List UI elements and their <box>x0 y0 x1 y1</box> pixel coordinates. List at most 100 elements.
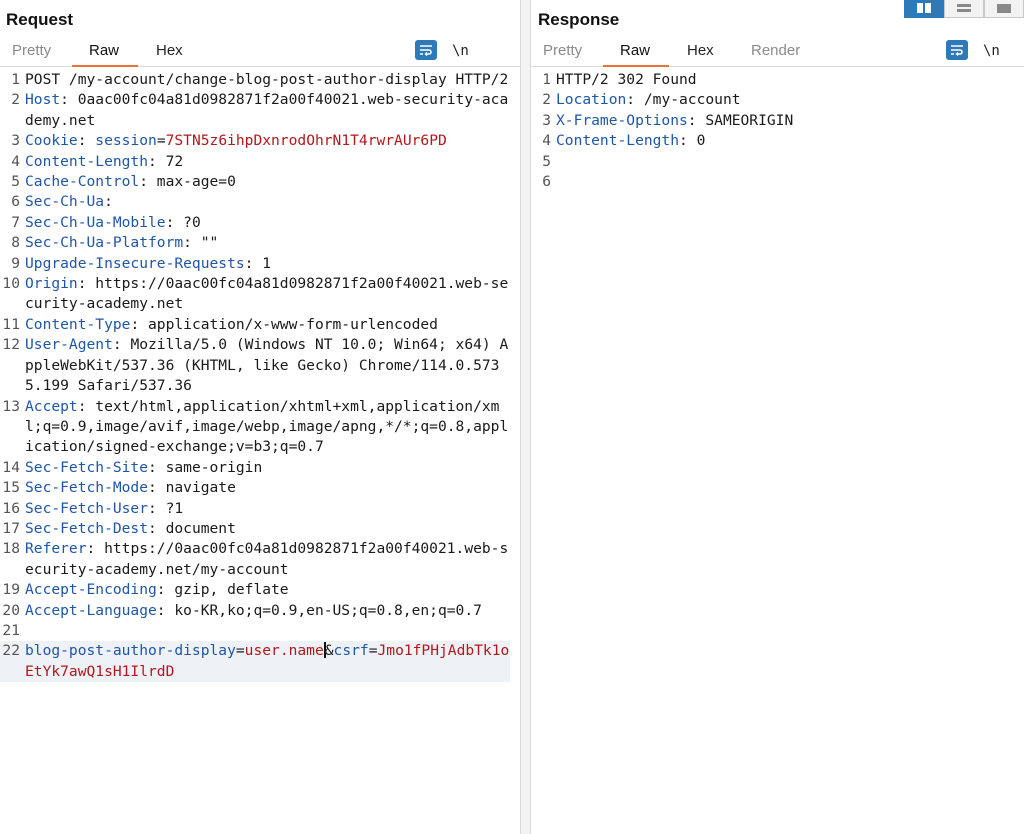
line-number: 19 <box>2 581 20 599</box>
line-number: 10 <box>2 275 20 293</box>
single-pane-layout-icon[interactable] <box>984 0 1024 18</box>
response-tab-hex[interactable]: Hex <box>687 42 714 59</box>
token-text: : <box>104 193 113 211</box>
line-number: 22 <box>2 642 20 660</box>
pane-divider[interactable] <box>520 0 531 834</box>
wrap-lines-icon[interactable] <box>946 40 968 60</box>
token-name: Content-Length <box>25 152 149 170</box>
token-text: : max-age=0 <box>139 173 236 191</box>
token-name: Cache-Control <box>25 173 140 191</box>
hamburger-menu-icon[interactable] <box>488 40 502 62</box>
line-number: 2 <box>11 91 20 109</box>
token-name: csrf <box>333 642 369 660</box>
code-line: 12 User-Agent: Mozilla/5.0 (Windows NT 10… <box>0 335 510 396</box>
token-name: Accept-Encoding <box>25 581 157 599</box>
token-name: Accept <box>25 397 78 415</box>
line-number: 17 <box>2 519 20 537</box>
token-text: : ?1 <box>148 499 184 517</box>
response-active-tab-indicator <box>603 65 669 67</box>
token-name: session <box>95 132 157 150</box>
line-number: 6 <box>11 193 20 211</box>
code-line: 7 Sec-Ch-Ua-Mobile: ?0 <box>0 213 510 233</box>
code-line: 5 Cache-Control: max-age=0 <box>0 172 510 192</box>
line-number: 2 <box>542 91 551 109</box>
side-by-side-layout-icon[interactable] <box>904 0 944 18</box>
token-text: : navigate <box>148 479 236 497</box>
line-number: 5 <box>542 152 551 170</box>
response-tab-pretty[interactable]: Pretty <box>543 42 582 59</box>
token-text: POST /my-account/change-blog-post-author… <box>25 71 509 88</box>
line-number: 18 <box>2 540 20 558</box>
token-text: : "" <box>183 234 219 252</box>
token-text: : /my-account <box>626 91 741 109</box>
request-tab-pretty[interactable]: Pretty <box>12 42 51 59</box>
line-number: 11 <box>2 315 20 333</box>
code-line: 19 Accept-Encoding: gzip, deflate <box>0 580 510 600</box>
line-number: 6 <box>542 173 551 191</box>
line-number: 3 <box>11 132 20 150</box>
token-name: Sec-Fetch-Dest <box>25 519 149 537</box>
token-name: Upgrade-Insecure-Requests <box>25 254 245 272</box>
stacked-layout-icon[interactable] <box>944 0 984 18</box>
code-line: 13 Accept: text/html,application/xhtml+xm… <box>0 397 510 458</box>
token-text: & <box>324 642 334 660</box>
token-text: : 72 <box>148 152 184 170</box>
token-text: HTTP/2 302 Found <box>556 71 697 88</box>
line-number: 9 <box>11 254 20 272</box>
request-tab-raw[interactable]: Raw <box>89 42 119 59</box>
wrap-lines-icon[interactable] <box>415 40 437 60</box>
newline-toggle-button[interactable]: \n <box>452 40 469 62</box>
token-name: Origin <box>25 275 78 293</box>
code-line: 4 Content-Length: 0 <box>531 131 1024 151</box>
token-text: = <box>156 132 166 150</box>
token-name: Host <box>25 91 61 109</box>
code-line: 18 Referer: https://0aac00fc04a81d0982871… <box>0 539 510 580</box>
line-number: 12 <box>2 336 20 354</box>
code-line: 22 blog-post-author-display=user.name&csr… <box>0 641 510 683</box>
request-tab-hex[interactable]: Hex <box>156 42 183 59</box>
line-number: 13 <box>2 397 20 415</box>
code-line: 6​ <box>531 172 1024 192</box>
line-number: 1 <box>542 71 551 88</box>
token-value-highlighted: 7STN5z6ihpDxnrodOhrN1T4rwrAUr6PD <box>165 132 447 150</box>
token-text: = <box>235 642 245 660</box>
code-line: 14 Sec-Fetch-Site: same-origin <box>0 458 510 478</box>
token-name: blog-post-author-display <box>25 642 236 660</box>
token-name: Sec-Fetch-Site <box>25 458 149 476</box>
request-pane: Request Pretty Raw Hex \n 1 POST /my-acco… <box>0 0 520 834</box>
token-text: : same-origin <box>148 458 263 476</box>
request-tabs: Pretty Raw Hex \n <box>0 38 520 67</box>
line-number: 4 <box>11 152 20 170</box>
token-text: : 1 <box>244 254 272 272</box>
code-line: 1 POST /my-account/change-blog-post-autho… <box>0 70 510 90</box>
token-name: X-Frame-Options <box>556 111 688 129</box>
code-line: 3 X-Frame-Options: SAMEORIGIN <box>531 111 1024 131</box>
response-tab-render[interactable]: Render <box>751 42 800 59</box>
response-title: Response <box>538 10 620 29</box>
response-editor[interactable]: 1 HTTP/2 302 Found 2 Location: /my-account 3… <box>531 70 1024 834</box>
token-name: Sec-Fetch-Mode <box>25 479 149 497</box>
token-name: Sec-Ch-Ua-Mobile <box>25 213 166 231</box>
token-text: : SAMEORIGIN <box>687 111 794 129</box>
code-line: 3 Cookie: session=7STN5z6ihpDxnrodOhrN1T4… <box>0 131 510 151</box>
code-line: 6 Sec-Ch-Ua: <box>0 192 510 212</box>
token-text: : text/html,application/xhtml+xml,applic… <box>25 397 509 456</box>
hamburger-menu-icon[interactable] <box>1017 40 1024 62</box>
code-line: 9 Upgrade-Insecure-Requests: 1 <box>0 254 510 274</box>
code-line: 4 Content-Length: 72 <box>0 152 510 172</box>
token-name: Location <box>556 91 627 109</box>
code-line: 2 Host: 0aac00fc04a81d0982871f2a00f40021.… <box>0 90 510 131</box>
newline-toggle-button[interactable]: \n <box>983 40 1000 62</box>
line-number: 5 <box>11 173 20 191</box>
response-tabs: Pretty Raw Hex Render \n <box>531 38 1024 67</box>
request-editor[interactable]: 1 POST /my-account/change-blog-post-autho… <box>0 70 510 834</box>
code-line: 2 Location: /my-account <box>531 90 1024 110</box>
response-tab-raw[interactable]: Raw <box>620 42 650 59</box>
line-number: 20 <box>2 601 20 619</box>
token-name: Sec-Ch-Ua <box>25 193 105 211</box>
code-line: 5​ <box>531 152 1024 172</box>
layout-toggle <box>904 0 1024 18</box>
line-number: 3 <box>542 111 551 129</box>
token-text: : 0 <box>679 132 706 150</box>
line-number: 15 <box>2 479 20 497</box>
